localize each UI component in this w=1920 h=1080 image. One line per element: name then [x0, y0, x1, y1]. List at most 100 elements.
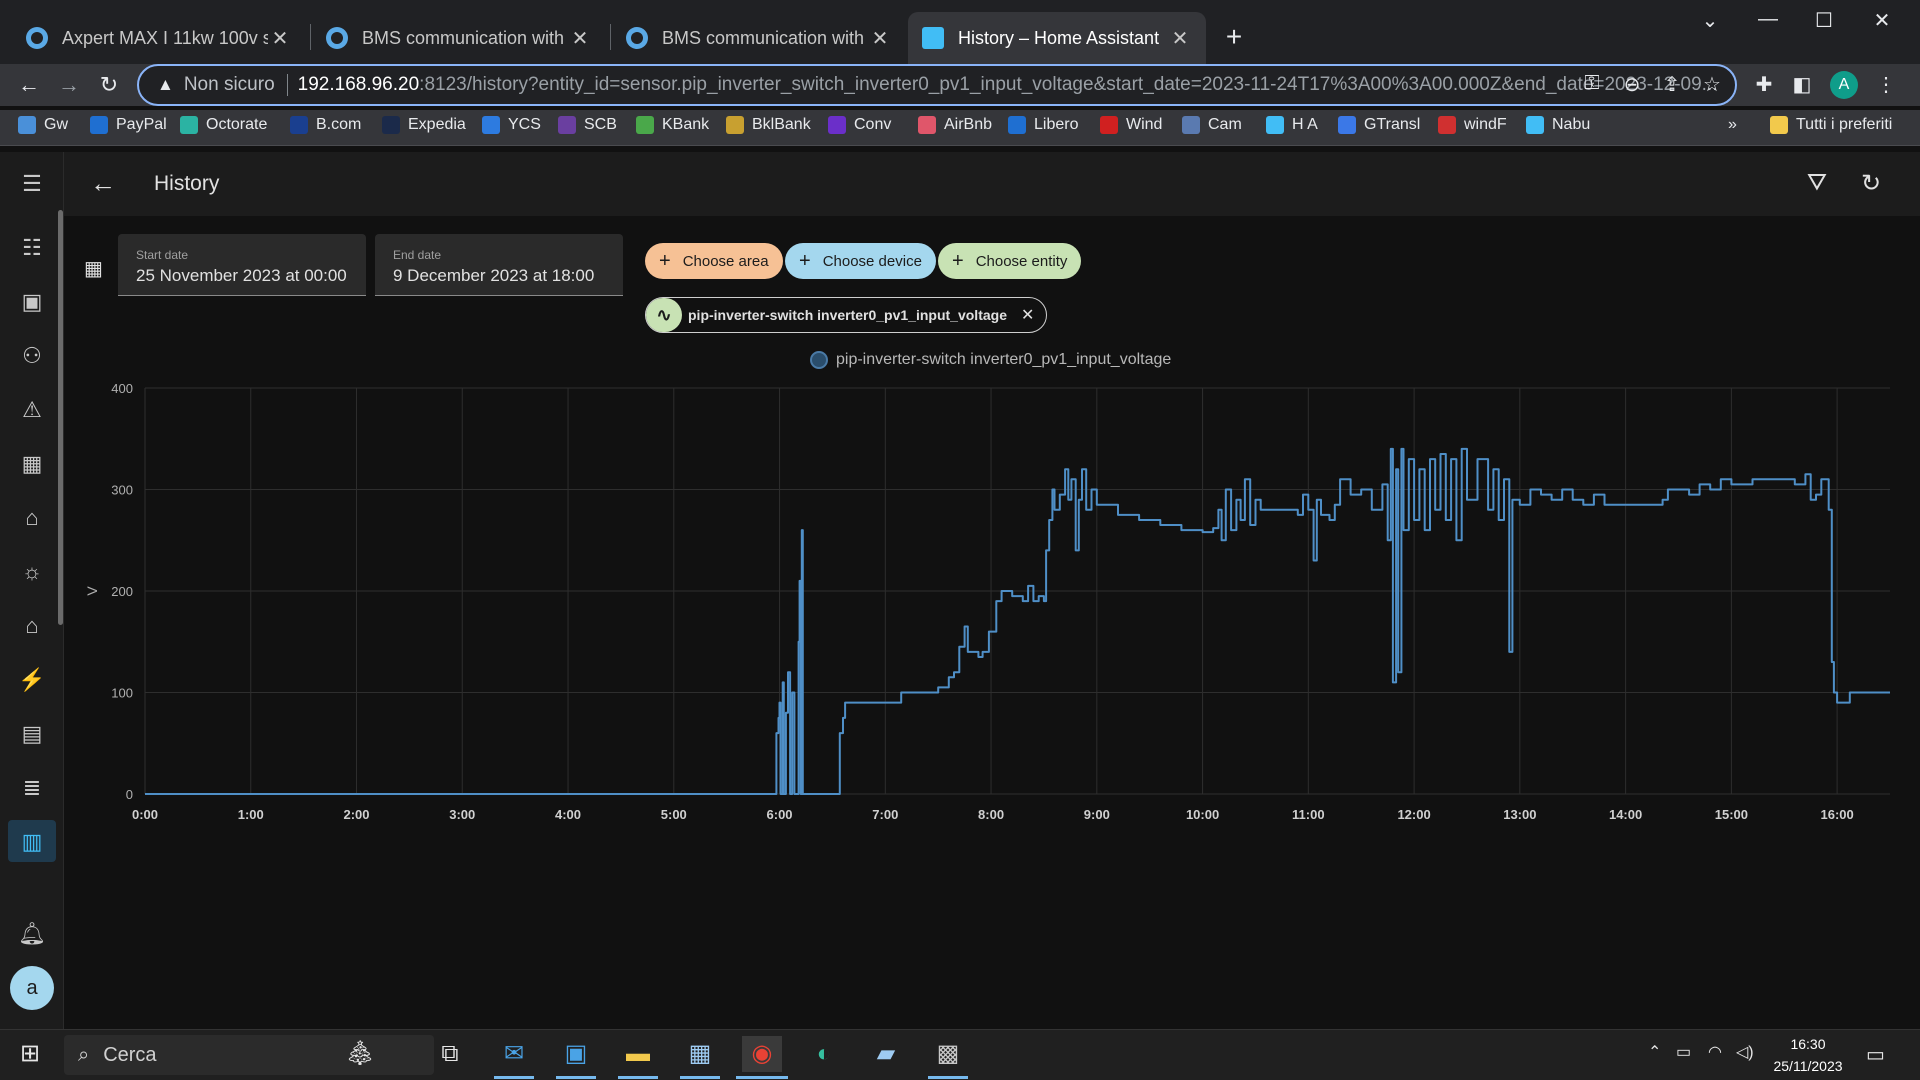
back-arrow-icon[interactable]: ←	[90, 168, 116, 199]
battery-icon[interactable]: ▭	[1676, 1042, 1691, 1062]
sidebar-scrollbar[interactable]	[58, 210, 63, 625]
remove-entity-icon[interactable]: ✕	[1021, 305, 1034, 325]
browser-menu-icon[interactable]: ⋮	[1872, 72, 1900, 97]
sidebar-solar-icon[interactable]: ☼	[18, 558, 46, 586]
calculator-icon[interactable]: ▦	[680, 1036, 720, 1072]
close-tab-icon[interactable]: ✕	[1168, 26, 1192, 51]
running-indicator	[928, 1076, 968, 1079]
tab-separator	[610, 24, 611, 50]
selected-entity-chip[interactable]: ∿ pip-inverter-switch inverter0_pv1_inpu…	[645, 297, 1048, 333]
all-bookmarks-button[interactable]: Tutti i preferiti	[1770, 116, 1892, 134]
bookmark-label: Cam	[1208, 116, 1242, 133]
edge-icon[interactable]: ◐	[804, 1036, 844, 1072]
tab-search-chevron-icon[interactable]: ⌄	[1690, 8, 1730, 33]
sidebar-logbook-icon[interactable]: ≣	[18, 774, 46, 802]
bookmark-item[interactable]: H A	[1266, 116, 1318, 134]
warning-triangle-icon[interactable]: ▲	[157, 75, 174, 95]
tab-separator	[310, 24, 311, 50]
file-explorer-icon[interactable]: ▬	[618, 1036, 658, 1072]
browser-tab[interactable]: BMS communication with Axper ✕	[612, 12, 906, 64]
bookmark-item[interactable]: Conv	[828, 116, 891, 134]
bookmark-item[interactable]: GTransl	[1338, 116, 1420, 134]
bookmark-item[interactable]: Expedia	[382, 116, 466, 134]
close-window-icon[interactable]: ✕	[1862, 8, 1902, 33]
network-app-icon[interactable]: ▩	[928, 1036, 968, 1072]
minimize-window-icon[interactable]: —	[1748, 8, 1788, 31]
end-date-field[interactable]: End date 9 December 2023 at 18:00	[375, 234, 623, 296]
bookmark-item[interactable]: Octorate	[180, 116, 267, 134]
user-avatar[interactable]: a	[10, 966, 54, 1010]
bookmark-label: Expedia	[408, 116, 466, 133]
refresh-icon[interactable]: ↻	[1856, 169, 1886, 198]
bookmark-item[interactable]: Nabu	[1526, 116, 1590, 134]
bookmark-item[interactable]: Gw	[18, 116, 68, 134]
more-bookmarks-button[interactable]: »	[1728, 116, 1737, 134]
notifications-bell-icon[interactable]: 🔔︎	[18, 920, 46, 948]
sidebar-person-add-icon[interactable]: ⚇	[18, 342, 46, 370]
bookmark-item[interactable]: SCB	[558, 116, 617, 134]
browser-tab[interactable]: Axpert MAX I 11kw 100v sticking ✕	[12, 12, 306, 64]
volume-icon[interactable]: ◁)	[1736, 1042, 1754, 1062]
bookmark-item[interactable]: Wind	[1100, 116, 1162, 134]
close-tab-icon[interactable]: ✕	[568, 26, 592, 51]
mail-icon[interactable]: ✉	[494, 1036, 534, 1072]
wifi-icon[interactable]: ◠	[1708, 1042, 1722, 1062]
close-tab-icon[interactable]: ✕	[868, 26, 892, 51]
sidebar-home-icon[interactable]: ⌂	[18, 612, 46, 640]
clear-filter-icon[interactable]: ⛛	[1802, 169, 1832, 197]
url-host: 192.168.96.20	[297, 74, 420, 95]
choose-entity-button[interactable]: + Choose entity	[938, 243, 1082, 279]
bookmark-item[interactable]: B.com	[290, 116, 361, 134]
bookmark-item[interactable]: YCS	[482, 116, 541, 134]
key-icon[interactable]: ⚿	[1578, 72, 1606, 95]
address-bar[interactable]: ▲ Non sicuro 192.168.96.20 :8123/history…	[137, 64, 1737, 106]
windows-start-icon[interactable]: ⊞	[10, 1036, 50, 1072]
share-icon[interactable]: ⇪	[1658, 72, 1686, 97]
sidebar-history-icon[interactable]: ▥	[18, 828, 46, 856]
notepad-icon[interactable]: ▰	[866, 1036, 906, 1072]
sidebar-menu-icon[interactable]: ☰	[18, 170, 46, 198]
browser-tab-active[interactable]: History – Home Assistant ✕	[908, 12, 1206, 64]
bookmark-item[interactable]: BklBank	[726, 116, 811, 134]
sidebar-energy-dashboard-icon[interactable]: ▣	[18, 288, 46, 316]
bookmark-item[interactable]: Cam	[1182, 116, 1242, 134]
profile-avatar[interactable]: A	[1830, 71, 1858, 99]
notification-center-icon[interactable]: ▭	[1866, 1042, 1885, 1067]
bookmark-item[interactable]: AirBnb	[918, 116, 992, 134]
calendar-icon[interactable]: ▦	[84, 256, 106, 280]
zoom-icon[interactable]: ⊖	[1618, 72, 1646, 97]
sidebar-vacuum-icon[interactable]: ⌂	[18, 504, 46, 532]
extensions-puzzle-icon[interactable]: ✚	[1750, 72, 1778, 97]
task-view-icon[interactable]: ⧉	[430, 1036, 470, 1072]
side-panel-icon[interactable]: ◧	[1788, 72, 1816, 97]
start-date-field[interactable]: Start date 25 November 2023 at 00:00	[118, 234, 366, 296]
end-date-label: End date	[393, 248, 442, 262]
chart-legend[interactable]: pip-inverter-switch inverter0_pv1_input_…	[810, 351, 1171, 369]
sidebar-chat-icon[interactable]: ▤	[18, 720, 46, 748]
sidebar-overview-icon[interactable]: ☷	[18, 234, 46, 262]
bookmark-item[interactable]: PayPal	[90, 116, 167, 134]
forward-arrow-icon[interactable]: →	[54, 70, 84, 100]
tray-chevron-up-icon[interactable]: ⌃	[1648, 1042, 1661, 1062]
reload-icon[interactable]: ↻	[94, 70, 124, 100]
choose-area-button[interactable]: + Choose area	[645, 243, 783, 279]
sidebar-calendar-icon[interactable]: ▦	[18, 450, 46, 478]
sidebar-alarm-icon[interactable]: ⚠	[18, 396, 46, 424]
back-arrow-icon[interactable]: ←	[14, 70, 44, 100]
chrome-icon[interactable]: ◉	[742, 1036, 782, 1072]
bookmark-label: H A	[1292, 116, 1318, 133]
choose-device-button[interactable]: + Choose device	[785, 243, 936, 279]
bookmark-item[interactable]: Libero	[1008, 116, 1078, 134]
maximize-window-icon[interactable]: ☐	[1804, 8, 1844, 33]
sidebar-energy-icon[interactable]: ⚡	[18, 666, 46, 694]
bookmark-item[interactable]: KBank	[636, 116, 709, 134]
close-tab-icon[interactable]: ✕	[268, 26, 292, 51]
bookmark-item[interactable]: windF	[1438, 116, 1507, 134]
bookmark-star-icon[interactable]: ☆	[1698, 72, 1726, 97]
new-tab-button[interactable]: +	[1218, 22, 1250, 54]
system-clock[interactable]: 16:30 25/11/2023	[1760, 1033, 1856, 1077]
bookmark-label: PayPal	[116, 116, 167, 133]
outlook-icon[interactable]: ▣	[556, 1036, 596, 1072]
security-status[interactable]: Non sicuro	[184, 74, 288, 96]
browser-tab[interactable]: BMS communication with Axper ✕	[312, 12, 606, 64]
